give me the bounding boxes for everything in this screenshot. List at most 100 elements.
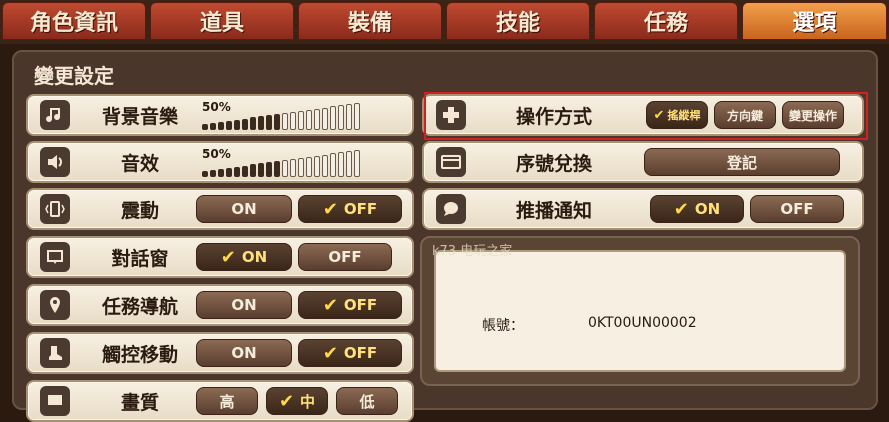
volume-bar — [218, 168, 224, 177]
push-on-label: ON — [694, 200, 721, 218]
volume-bar — [290, 158, 296, 177]
vibration-on-button[interactable]: ON — [196, 195, 292, 223]
volume-bar — [210, 122, 216, 130]
bgm-row: 背景音樂 50% — [26, 94, 414, 136]
volume-bar — [354, 150, 360, 177]
volume-bar — [298, 110, 304, 130]
quest-nav-on-button[interactable]: ON — [196, 291, 292, 319]
volume-bar — [226, 167, 232, 177]
check-icon: ✔ — [322, 198, 338, 220]
push-notify-row: 推播通知 ✔ ON OFF — [422, 188, 864, 230]
bgm-label: 背景音樂 — [101, 105, 178, 128]
volume-bar — [330, 106, 336, 130]
card-icon — [436, 147, 466, 177]
register-button[interactable]: 登記 — [644, 148, 840, 176]
quest-nav-on-label: ON — [231, 296, 257, 314]
speaker-icon — [40, 147, 70, 177]
volume-bar — [258, 163, 264, 177]
account-value: 0KT00UN00002 — [588, 315, 697, 331]
volume-bar — [346, 151, 352, 177]
push-off-label: OFF — [780, 200, 814, 218]
display-icon — [40, 386, 70, 416]
volume-bar — [266, 162, 272, 177]
dialog-window-on-label: ON — [241, 248, 268, 266]
graphics-medium-button[interactable]: ✔ 中 — [266, 387, 328, 415]
graphics-high-label: 高 — [219, 392, 235, 411]
check-icon: ✔ — [673, 198, 689, 220]
dialog-window-on-button[interactable]: ✔ ON — [196, 243, 292, 271]
volume-bar — [266, 115, 272, 130]
touch-move-label: 觸控移動 — [101, 343, 178, 366]
map-pin-icon — [40, 290, 70, 320]
volume-bar — [274, 114, 280, 130]
volume-bar — [282, 160, 288, 177]
graphics-high-button[interactable]: 高 — [196, 387, 258, 415]
register-label: 登記 — [726, 153, 757, 172]
volume-bar — [202, 124, 208, 130]
dialog-window-row: 對話窗 ✔ ON OFF — [26, 236, 414, 278]
account-key: 帳號： — [482, 318, 524, 334]
music-icon — [40, 100, 70, 130]
touch-move-off-button[interactable]: ✔ OFF — [298, 339, 402, 367]
volume-bar — [298, 157, 304, 177]
serial-redeem-label: 序號兌換 — [515, 152, 592, 175]
volume-bar — [322, 107, 328, 130]
boot-icon — [40, 338, 70, 368]
quest-nav-off-button[interactable]: ✔ OFF — [298, 291, 402, 319]
speech-bubble-icon — [436, 194, 466, 224]
volume-bar — [354, 103, 360, 130]
volume-bar — [258, 116, 264, 130]
check-icon: ✔ — [322, 342, 338, 364]
push-notify-label: 推播通知 — [515, 199, 592, 222]
dialog-window-off-button[interactable]: OFF — [298, 243, 392, 271]
check-icon: ✔ — [322, 294, 338, 316]
volume-bar — [242, 165, 248, 177]
vibration-on-label: ON — [231, 200, 257, 218]
highlight-box — [424, 92, 868, 140]
serial-redeem-row: 序號兌換 登記 — [422, 141, 864, 183]
tab-skills[interactable]: 技能 — [446, 2, 590, 40]
volume-bar — [338, 105, 344, 130]
check-icon: ✔ — [278, 390, 295, 412]
volume-bar — [250, 117, 256, 130]
push-on-button[interactable]: ✔ ON — [650, 195, 744, 223]
quest-nav-off-label: OFF — [343, 296, 378, 314]
volume-bar — [234, 119, 240, 130]
sfx-volume-slider[interactable]: 50% — [202, 145, 390, 181]
graphics-label: 畫質 — [120, 391, 159, 414]
sfx-volume-bars — [202, 150, 360, 177]
dialog-window-label: 對話窗 — [111, 247, 169, 270]
tab-items[interactable]: 道具 — [150, 2, 294, 40]
volume-bar — [306, 156, 312, 177]
volume-bar — [242, 118, 248, 130]
account-info-box: 帳號： 0KT00UN00002 — [434, 250, 846, 372]
touch-move-on-button[interactable]: ON — [196, 339, 292, 367]
volume-bar — [202, 171, 208, 177]
volume-bar — [314, 155, 320, 177]
graphics-low-label: 低 — [359, 392, 375, 411]
tab-equipment[interactable]: 裝備 — [298, 2, 442, 40]
graphics-row: 畫質 高 ✔ 中 低 — [26, 380, 414, 422]
volume-bar — [282, 113, 288, 130]
vibration-off-button[interactable]: ✔ OFF — [298, 195, 402, 223]
vibration-row: 震動 ON ✔ OFF — [26, 188, 414, 230]
tab-character-info[interactable]: 角色資訊 — [2, 2, 146, 40]
touch-move-off-label: OFF — [343, 344, 378, 362]
bgm-volume-slider[interactable]: 50% — [202, 98, 390, 134]
chat-window-icon — [40, 242, 70, 272]
bgm-volume-bars — [202, 103, 360, 130]
volume-bar — [218, 121, 224, 130]
volume-bar — [250, 164, 256, 177]
volume-bar — [210, 169, 216, 177]
volume-bar — [346, 104, 352, 130]
volume-bar — [314, 108, 320, 130]
volume-bar — [226, 120, 232, 130]
volume-bar — [322, 154, 328, 177]
graphics-low-button[interactable]: 低 — [336, 387, 398, 415]
vibration-icon — [40, 194, 70, 224]
dialog-window-off-label: OFF — [328, 248, 362, 266]
tab-quests[interactable]: 任務 — [594, 2, 738, 40]
volume-bar — [274, 161, 280, 177]
push-off-button[interactable]: OFF — [750, 195, 844, 223]
tab-options[interactable]: 選項 — [742, 2, 887, 40]
